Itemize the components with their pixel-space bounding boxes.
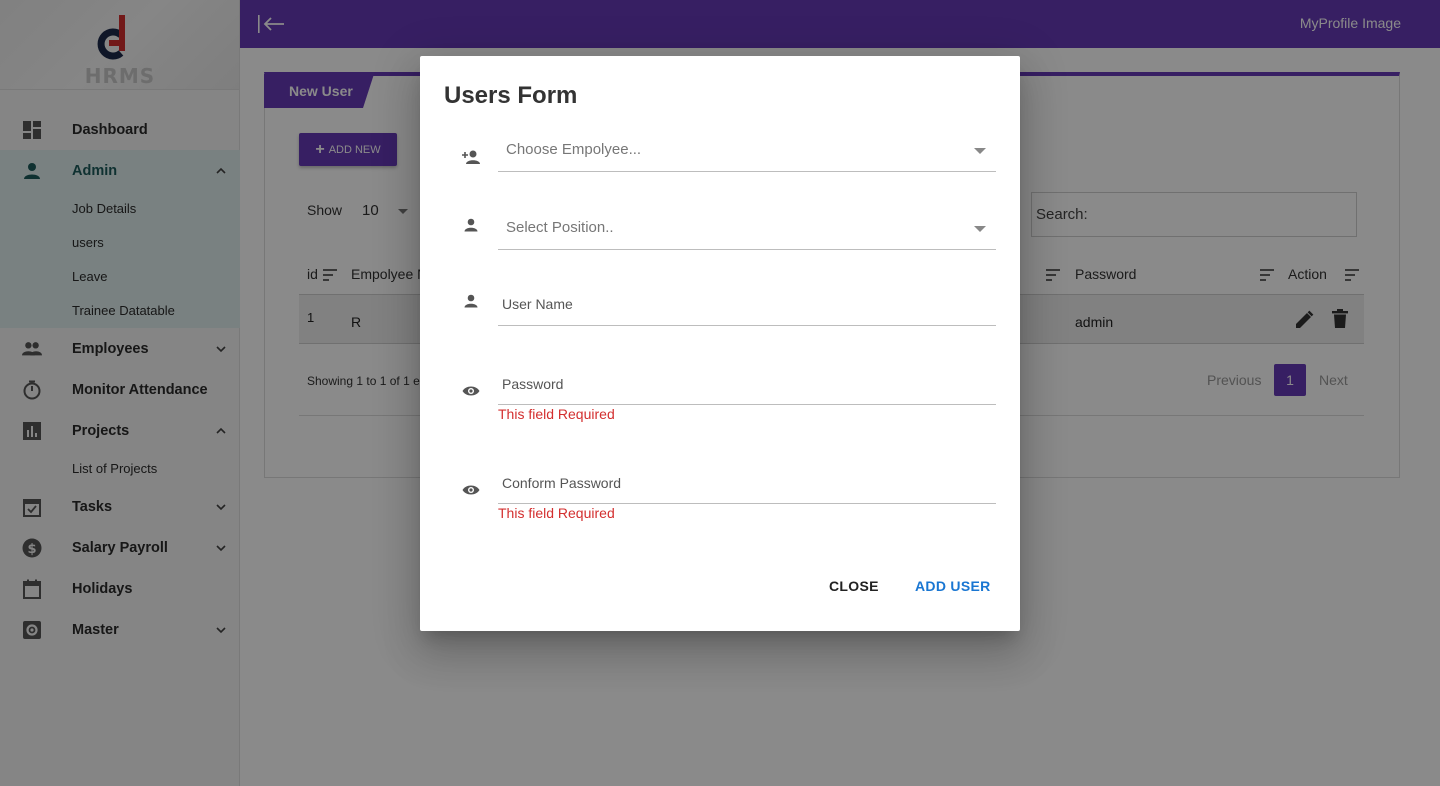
caret-down-icon: [974, 226, 986, 232]
employee-field: Choose Empolyee...: [444, 134, 996, 172]
confirm-password-field: Conform Password This field Required: [444, 466, 996, 536]
username-field: User Name: [444, 288, 996, 326]
person-icon: [460, 214, 482, 236]
caret-down-icon: [974, 148, 986, 154]
position-field: Select Position..: [444, 212, 996, 250]
dialog-title: Users Form: [444, 82, 578, 109]
employee-select[interactable]: Choose Empolyee...: [498, 134, 996, 172]
position-select[interactable]: Select Position..: [498, 212, 996, 250]
add-user-button[interactable]: ADD USER: [915, 578, 991, 594]
eye-icon[interactable]: [460, 380, 482, 402]
close-button[interactable]: CLOSE: [829, 578, 879, 594]
password-label: Password: [502, 376, 564, 392]
confirm-password-label: Conform Password: [502, 475, 622, 491]
password-error: This field Required: [498, 406, 615, 422]
person-icon: [460, 290, 482, 312]
password-input[interactable]: Password: [498, 367, 996, 405]
confirm-password-error: This field Required: [498, 505, 615, 521]
password-field: Password This field Required: [444, 367, 996, 437]
position-select-placeholder: Select Position..: [506, 219, 614, 236]
username-input[interactable]: User Name: [498, 288, 996, 326]
employee-select-placeholder: Choose Empolyee...: [506, 141, 642, 158]
username-label: User Name: [502, 296, 573, 312]
eye-icon[interactable]: [460, 479, 482, 501]
users-form-dialog: Users Form Choose Empolyee... Select Pos…: [420, 56, 1020, 631]
person-add-icon: [460, 146, 482, 168]
confirm-password-input[interactable]: Conform Password: [498, 466, 996, 504]
